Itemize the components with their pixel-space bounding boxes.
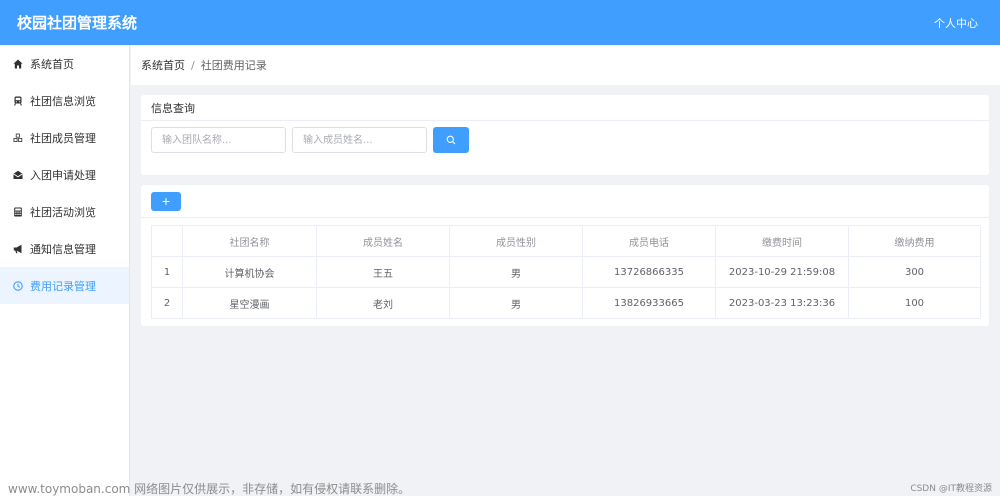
breadcrumb: 系统首页 / 社团费用记录 [131,45,1000,85]
sidebar-item-notifications[interactable]: 通知信息管理 [0,230,129,267]
sidebar-item-label: 社团成员管理 [30,131,96,145]
search-card-title: 信息查询 [141,95,989,121]
table-row: 2 星空漫画 老刘 男 13826933665 2023-03-23 13:23… [151,287,981,319]
column-header-fee-amount: 缴纳费用 [848,225,981,257]
column-header-member-gender: 成员性别 [449,225,583,257]
sidebar-item-club-activities[interactable]: 社团活动浏览 [0,193,129,230]
column-header-member-phone: 成员电话 [582,225,716,257]
sidebar-item-label: 通知信息管理 [30,242,96,256]
column-header-index [151,225,183,257]
top-header-bar: 校园社团管理系统 个人中心 [0,0,1000,45]
table-cell: 2023-03-23 13:23:36 [715,287,849,319]
sidebar-item-club-info[interactable]: 社团信息浏览 [0,82,129,119]
table-cell: 2 [151,287,183,319]
calculator-icon [12,206,24,218]
add-button[interactable]: + [151,191,181,211]
cubes-icon [12,132,24,144]
table-toolbar: + [141,185,989,218]
team-name-input[interactable] [151,127,286,153]
watermark-credit: CSDN @IT教程资源 [910,484,992,494]
table-header-row: 社团名称 成员姓名 成员性别 成员电话 缴费时间 缴纳费用 [151,225,981,257]
sidebar-item-label: 社团活动浏览 [30,205,96,219]
member-name-input[interactable] [292,127,427,153]
breadcrumb-home-link[interactable]: 系统首页 [141,57,185,73]
sidebar-item-club-members[interactable]: 社团成员管理 [0,119,129,156]
table-cell: 男 [449,287,583,319]
breadcrumb-separator: / [191,58,195,72]
table-card: + 社团名称 成员姓名 成员性别 成员电话 缴费时间 缴纳费用 1 计算机协会 … [141,185,989,326]
envelope-icon [12,169,24,181]
search-icon [446,135,456,145]
column-header-club-name: 社团名称 [182,225,317,257]
sidebar-item-label: 入团申请处理 [30,168,96,182]
sidebar: 系统首页 社团信息浏览 社团成员管理 入团申请处理 社团活动浏览 通知信息管理 [0,45,130,496]
sidebar-item-label: 社团信息浏览 [30,94,96,108]
table-cell: 男 [449,256,583,288]
app-title: 校园社团管理系统 [17,14,138,32]
watermark-text: www.toymoban.com 网络图片仅供展示，非存储，如有侵权请联系删除。 [8,482,411,496]
sidebar-item-fee-records[interactable]: 费用记录管理 [0,267,129,304]
breadcrumb-current: 社团费用记录 [200,59,267,72]
table-cell: 星空漫画 [182,287,317,319]
user-center-link[interactable]: 个人中心 [934,15,978,31]
table-cell: 王五 [316,256,450,288]
column-header-payment-time: 缴费时间 [715,225,849,257]
search-card: 信息查询 [141,95,989,175]
clock-icon [12,280,24,292]
search-row [141,121,989,153]
table-cell: 13826933665 [582,287,716,319]
bullhorn-icon [12,243,24,255]
table-row: 1 计算机协会 王五 男 13726866335 2023-10-29 21:5… [151,256,981,288]
table-cell: 2023-10-29 21:59:08 [715,256,849,288]
table-cell: 100 [848,287,981,319]
search-button[interactable] [433,127,469,153]
sidebar-item-join-requests[interactable]: 入团申请处理 [0,156,129,193]
table-cell: 老刘 [316,287,450,319]
sidebar-item-label: 费用记录管理 [30,279,96,293]
sidebar-item-home[interactable]: 系统首页 [0,45,129,82]
train-icon [12,95,24,107]
fee-records-table: 社团名称 成员姓名 成员性别 成员电话 缴费时间 缴纳费用 1 计算机协会 王五… [151,225,981,319]
table-cell: 计算机协会 [182,256,317,288]
table-cell: 1 [151,256,183,288]
column-header-member-name: 成员姓名 [316,225,450,257]
sidebar-item-label: 系统首页 [30,57,74,71]
home-icon [12,58,24,70]
table-cell: 300 [848,256,981,288]
table-cell: 13726866335 [582,256,716,288]
